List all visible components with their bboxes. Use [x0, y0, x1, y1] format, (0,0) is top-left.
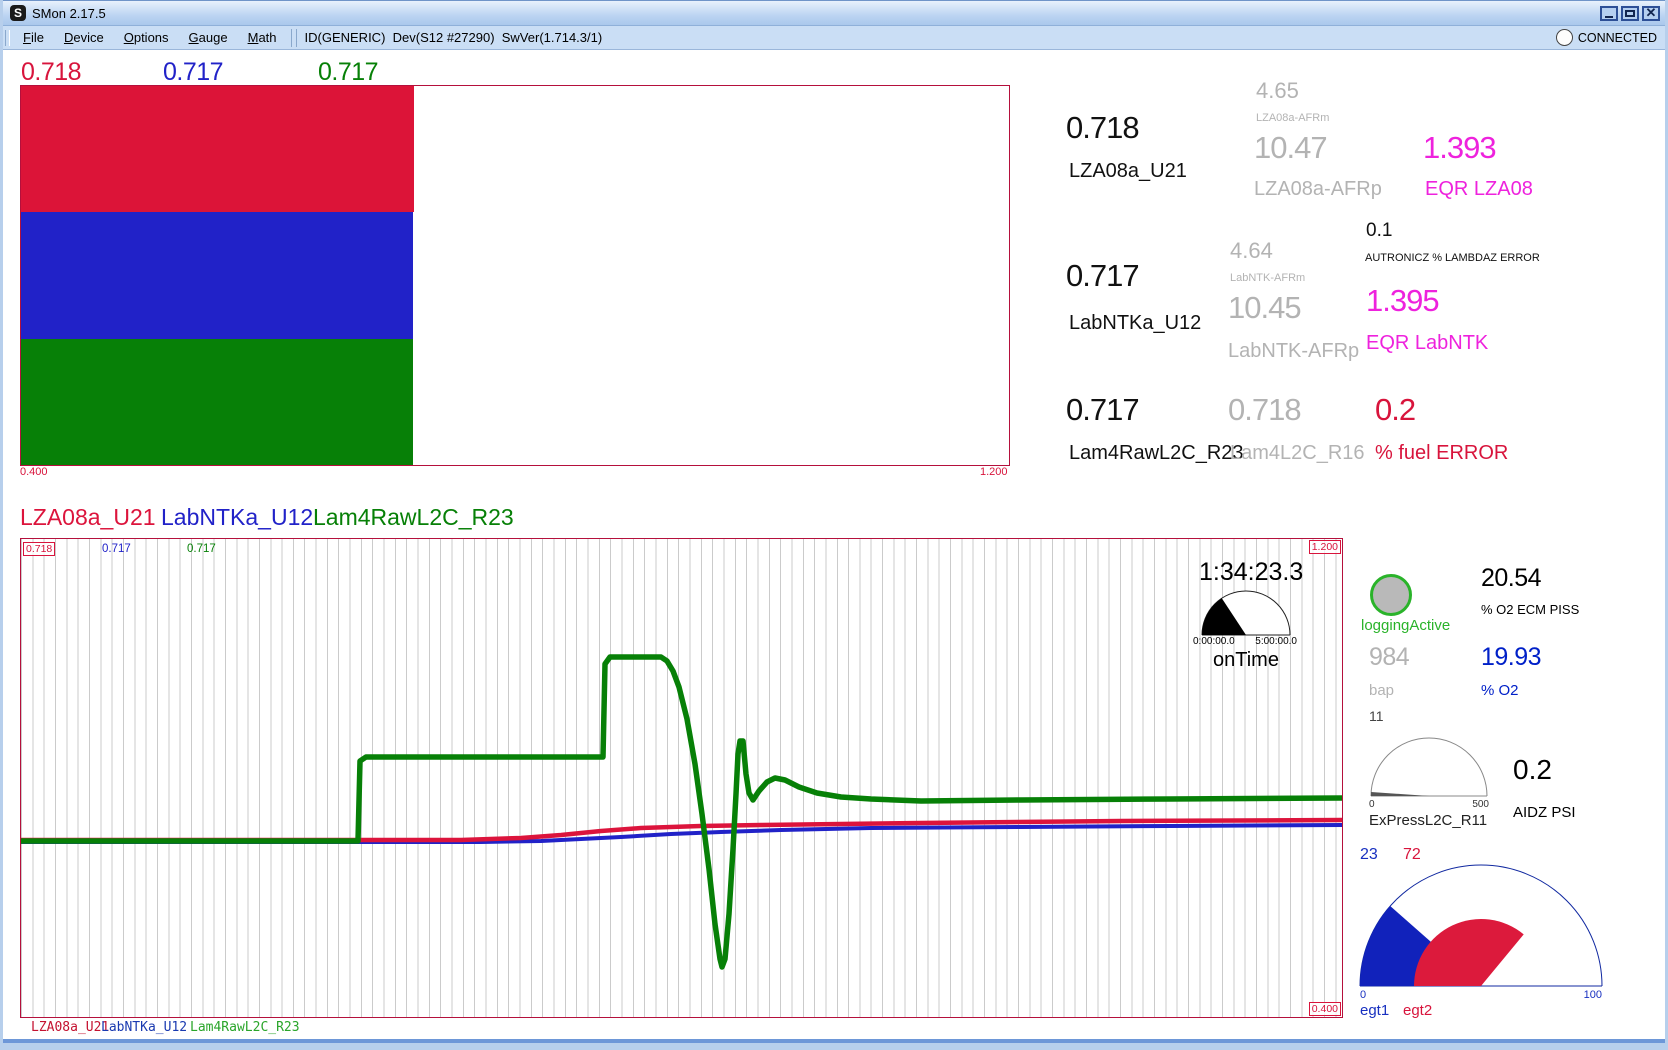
- egt2-value: 72: [1403, 846, 1421, 864]
- label-labntka-u12: LabNTKa_U12: [1069, 312, 1201, 335]
- chart-min-label: 0.400: [1309, 1002, 1341, 1016]
- label-lza08a-afrp: LZA08a-AFRp: [1254, 178, 1382, 201]
- legend-lam4raw: Lam4RawL2C_R23: [313, 504, 514, 531]
- connection-label: CONNECTED: [1578, 31, 1657, 45]
- egt-min-label: 0: [1360, 989, 1366, 1001]
- o2ecm-label: % O2 ECM PISS: [1481, 602, 1579, 617]
- ontime-title: onTime: [1200, 649, 1292, 672]
- label-lza08a-u21: LZA08a_U21: [1069, 160, 1187, 183]
- egt1-label: egt1: [1360, 1002, 1389, 1019]
- label-autronicz-error: AUTRONICZ % LAMBDAZ ERROR: [1365, 252, 1540, 264]
- lambda-bar-chart: [20, 85, 1010, 466]
- express-min-label: 0: [1369, 799, 1375, 810]
- egt2-label: egt2: [1403, 1002, 1432, 1019]
- misc-value: 11: [1369, 708, 1384, 724]
- value-lam4l2c-r16: 0.718: [1228, 392, 1301, 428]
- egt-gauge: [1358, 864, 1604, 988]
- barchart-max-label: 1.200: [980, 466, 1008, 478]
- chart-label-labntka: 0.717: [102, 543, 131, 555]
- value-labntk-afrm: 4.64: [1230, 238, 1273, 264]
- smon-window: S SMon 2.17.5 File Device Options Gauge …: [0, 0, 1668, 1050]
- close-button[interactable]: [1642, 6, 1660, 21]
- value-autronicz-error: 0.1: [1366, 220, 1392, 242]
- chart-label-lam4raw: 0.717: [187, 543, 216, 555]
- value-lza08a-afrm: 4.65: [1256, 78, 1299, 104]
- value-lza08a-u21: 0.718: [1066, 110, 1139, 146]
- bar-lam4rawl2c-r23: [21, 339, 413, 465]
- bap-value: 984: [1369, 643, 1409, 672]
- device-status: ID(GENERIC) Dev(S12 #27290) SwVer(1.714.…: [305, 30, 603, 45]
- express-gauge: [1369, 736, 1491, 799]
- legend-lza08a: LZA08a_U21: [20, 504, 156, 531]
- label-lam4l2c-r16: Lam4L2C_R16: [1230, 442, 1365, 465]
- chart-max-label: 1.200: [1309, 540, 1341, 554]
- value-labntka-u12: 0.717: [1066, 258, 1139, 294]
- window-bottom-frame: [3, 1039, 1665, 1050]
- chart-label-lza08a: 0.718: [23, 542, 55, 556]
- label-lza08a-afrm: LZA08a-AFRm: [1256, 112, 1329, 124]
- value-labntk-afrp: 10.45: [1228, 290, 1301, 326]
- label-labntk-afrp: LabNTK-AFRp: [1228, 340, 1359, 363]
- minimize-button[interactable]: [1600, 6, 1618, 21]
- value-lza08a-afrp: 10.47: [1254, 130, 1327, 166]
- window-title: SMon 2.17.5: [32, 6, 106, 21]
- aidz-value: 0.2: [1513, 754, 1552, 786]
- menu-device[interactable]: Device: [54, 28, 114, 47]
- value-eqr-labntk: 1.395: [1366, 283, 1439, 319]
- label-lam4rawl2c-r23: Lam4RawL2C_R23: [1069, 442, 1244, 465]
- toolbar-grip: [5, 30, 10, 46]
- o2-label: % O2: [1481, 682, 1519, 699]
- maximize-button[interactable]: [1621, 6, 1639, 21]
- ontime-value: 1:34:23.3: [1199, 558, 1303, 587]
- connection-indicator-icon: [1556, 29, 1573, 46]
- value-fuel-error: 0.2: [1375, 392, 1415, 428]
- express-max-label: 500: [1472, 799, 1489, 810]
- logging-active-label: loggingActive: [1361, 617, 1450, 634]
- bottom-legend-lza08a: LZA08a_U21: [31, 1020, 109, 1035]
- value-eqr-lza08: 1.393: [1423, 130, 1496, 166]
- connection-status: CONNECTED: [1556, 29, 1657, 46]
- titlebar: S SMon 2.17.5: [3, 0, 1665, 26]
- label-labntk-afrm: LabNTK-AFRm: [1230, 272, 1305, 284]
- ontime-max-label: 5:00:00.0: [1255, 636, 1297, 647]
- label-eqr-lza08: EQR LZA08: [1425, 178, 1533, 201]
- label-eqr-labntk: EQR LabNTK: [1366, 332, 1488, 355]
- o2-value: 19.93: [1481, 643, 1541, 672]
- readout-lza08a: 0.718: [21, 58, 81, 87]
- barchart-min-label: 0.400: [20, 466, 48, 478]
- value-lam4rawl2c-r23: 0.717: [1066, 392, 1139, 428]
- legend-labntka: LabNTKa_U12: [161, 504, 313, 531]
- readout-lam4raw: 0.717: [318, 58, 378, 87]
- bap-label: bap: [1369, 682, 1394, 699]
- label-fuel-error: % fuel ERROR: [1375, 442, 1508, 465]
- bar-lza08a-u21: [21, 86, 414, 212]
- ontime-min-label: 0:00:00.0: [1193, 636, 1235, 647]
- egt1-value: 23: [1360, 846, 1378, 864]
- menu-math[interactable]: Math: [238, 28, 287, 47]
- ontime-gauge: [1200, 590, 1292, 637]
- chart-lines: [21, 539, 1342, 1017]
- readout-labntka: 0.717: [163, 58, 223, 87]
- time-series-chart: 0.718 0.717 0.717 1.200 0.400: [20, 538, 1343, 1018]
- bar-labntka-u12: [21, 212, 413, 338]
- menubar: File Device Options Gauge Math ID(GENERI…: [3, 26, 1665, 50]
- bottom-legend-lam4raw: Lam4RawL2C_R23: [190, 1020, 300, 1035]
- logging-active-indicator[interactable]: [1370, 574, 1412, 616]
- app-icon: S: [10, 5, 26, 21]
- egt-max-label: 100: [1584, 989, 1602, 1001]
- bottom-legend-labntka: LabNTKa_U12: [101, 1020, 187, 1035]
- o2ecm-value: 20.54: [1481, 564, 1541, 593]
- menubar-separator: [291, 29, 297, 47]
- menu-gauge[interactable]: Gauge: [179, 28, 238, 47]
- menu-options[interactable]: Options: [114, 28, 179, 47]
- menu-file[interactable]: File: [13, 28, 54, 47]
- express-gauge-title: ExPressL2C_R11: [1369, 812, 1487, 829]
- aidz-label: AIDZ PSI: [1513, 804, 1576, 821]
